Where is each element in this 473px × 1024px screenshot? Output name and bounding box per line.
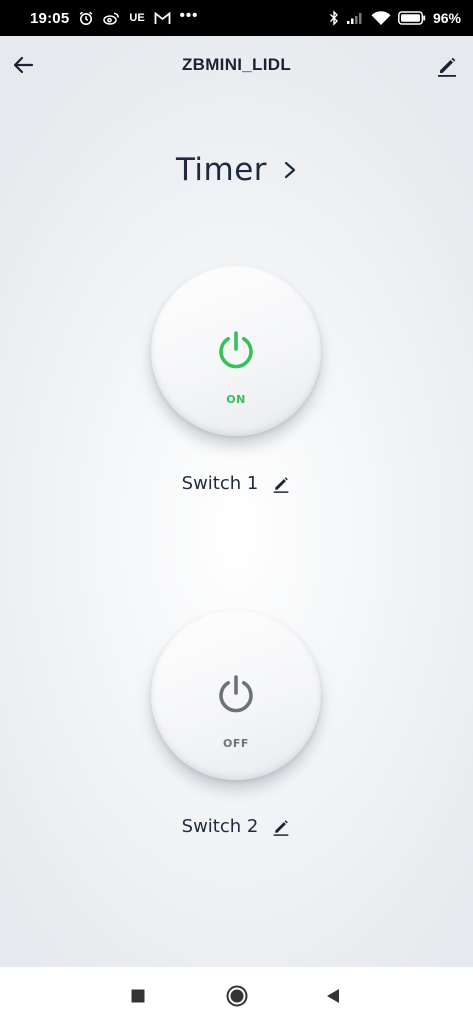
timer-link[interactable]: Timer	[0, 152, 473, 188]
switch-1-name: Switch 1	[181, 473, 259, 494]
carrier-label: UE	[129, 12, 145, 24]
pencil-icon	[273, 819, 289, 836]
chevron-right-icon	[284, 161, 296, 179]
signal-icon	[346, 11, 364, 25]
edit-device-button[interactable]	[433, 52, 461, 80]
status-bar: 19:05 UE ••• 96%	[0, 0, 473, 36]
weibo-icon	[103, 11, 120, 25]
switch-1-state-label: ON	[226, 393, 246, 406]
triangle-back-icon	[327, 989, 339, 1003]
alarm-clock-icon	[78, 10, 94, 26]
page-title: ZBMINI_LIDL	[181, 55, 292, 74]
timer-label: Timer	[175, 152, 268, 188]
switch-2-power-button[interactable]: OFF	[151, 610, 321, 780]
system-back-button[interactable]	[318, 981, 348, 1011]
circle-icon	[226, 985, 248, 1007]
more-notifications-icon: •••	[179, 6, 199, 24]
square-icon	[131, 989, 145, 1003]
battery-icon	[398, 11, 426, 25]
switch-2-name: Switch 2	[181, 816, 259, 837]
home-button[interactable]	[222, 981, 252, 1011]
switch-2-state-label: OFF	[223, 737, 249, 750]
recents-button[interactable]	[123, 981, 153, 1011]
app-header: ZBMINI_LIDL	[0, 36, 473, 100]
pencil-icon	[273, 476, 289, 493]
bluetooth-icon	[329, 10, 339, 26]
switch-2-rename-button[interactable]	[271, 817, 291, 837]
status-right: 96%	[329, 0, 461, 36]
switch-2-name-row: Switch 2	[0, 816, 473, 837]
switch-1-rename-button[interactable]	[271, 474, 291, 494]
gmail-icon	[154, 11, 171, 25]
system-nav-bar	[0, 967, 473, 1024]
switch-1-power-button[interactable]: ON	[151, 266, 321, 436]
pencil-icon	[438, 57, 456, 77]
switch-1-name-row: Switch 1	[0, 473, 473, 494]
power-icon	[219, 331, 253, 369]
battery-percent: 96%	[432, 10, 461, 26]
wifi-icon	[371, 10, 391, 26]
status-left: 19:05 UE •••	[30, 0, 198, 36]
power-icon	[219, 675, 253, 713]
status-time: 19:05	[30, 9, 70, 27]
